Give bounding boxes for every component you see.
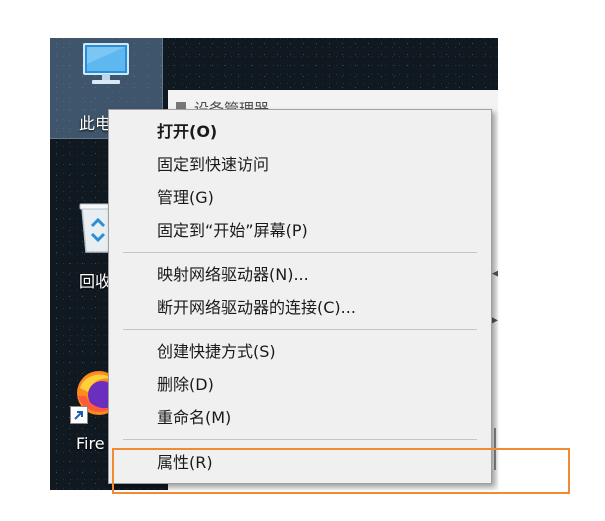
expand-arrow-icon: ▸ (491, 312, 498, 328)
menu-item-label: 重命名(M) (157, 408, 232, 427)
menu-item-disconnect-network-drive[interactable]: 断开网络驱动器的连接(C)... (109, 292, 491, 324)
menu-item-label: 创建快捷方式(S) (157, 342, 276, 361)
menu-item-pin-quick-access[interactable]: 固定到快速访问 (109, 149, 491, 181)
menu-separator (123, 252, 477, 253)
menu-item-delete[interactable]: 删除(D) (109, 369, 491, 401)
collapse-arrow-icon: ◂ (492, 266, 498, 281)
menu-separator (123, 439, 477, 440)
menu-item-label: 固定到“开始”屏幕(P) (157, 221, 308, 240)
menu-item-label: 映射网络驱动器(N)... (157, 265, 309, 284)
highlight-box (112, 448, 570, 494)
menu-item-label: 打开(O) (157, 122, 218, 141)
desktop-icon-label: Fire (76, 434, 105, 453)
menu-item-open[interactable]: 打开(O) (109, 116, 491, 148)
context-menu: 打开(O) 固定到快速访问 管理(G) 固定到“开始”屏幕(P) 映射网络驱动器… (108, 109, 492, 484)
menu-item-label: 断开网络驱动器的连接(C)... (157, 298, 356, 317)
menu-item-pin-start[interactable]: 固定到“开始”屏幕(P) (109, 215, 491, 247)
menu-item-rename[interactable]: 重命名(M) (109, 402, 491, 434)
desktop-icon-label: 此电 (79, 114, 112, 133)
menu-item-label: 管理(G) (157, 188, 214, 207)
shortcut-arrow-icon (70, 406, 88, 424)
menu-item-label: 删除(D) (157, 375, 214, 394)
menu-item-map-network-drive[interactable]: 映射网络驱动器(N)... (109, 259, 491, 291)
menu-item-create-shortcut[interactable]: 创建快捷方式(S) (109, 336, 491, 368)
menu-item-manage[interactable]: 管理(G) (109, 182, 491, 214)
menu-item-label: 固定到快速访问 (157, 155, 270, 174)
menu-separator (123, 329, 477, 330)
desktop-icon-label: 回收 (79, 272, 112, 291)
computer-icon (80, 42, 132, 94)
